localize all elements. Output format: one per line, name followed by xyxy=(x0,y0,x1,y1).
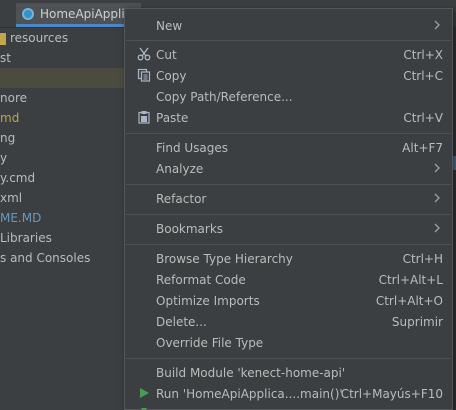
menu-item-find-usages[interactable]: Find Usages Alt+F7 xyxy=(125,137,452,158)
tree-item[interactable]: md xyxy=(0,108,124,128)
tree-item[interactable]: y.cmd xyxy=(0,168,124,188)
menu-item-analyze[interactable]: Analyze xyxy=(125,158,452,179)
menu-separator xyxy=(126,133,451,134)
copy-icon xyxy=(137,68,151,82)
tree-item-selected[interactable] xyxy=(0,68,124,88)
menu-separator xyxy=(126,214,451,215)
tree-item[interactable]: ng xyxy=(0,128,124,148)
menu-item-run[interactable]: Run 'HomeApiApplica....main()' Ctrl+Mayú… xyxy=(125,383,452,404)
tree-item[interactable]: y xyxy=(0,148,124,168)
menu-item-new[interactable]: New xyxy=(125,15,452,36)
tree-item-resources[interactable]: resources xyxy=(0,28,124,48)
submenu-arrow-icon xyxy=(434,223,440,233)
menu-item-build-module[interactable]: Build Module 'kenect-home-api' xyxy=(125,362,452,383)
menu-item-copy[interactable]: Copy Ctrl+C xyxy=(125,65,452,86)
clipboard-icon xyxy=(137,110,151,124)
folder-icon xyxy=(0,32,6,45)
menu-separator xyxy=(126,244,451,245)
menu-item-reformat-code[interactable]: Reformat Code Ctrl+Alt+L xyxy=(125,269,452,290)
tree-item[interactable]: ME.MD xyxy=(0,208,124,228)
tree-item[interactable]: xml xyxy=(0,188,124,208)
debug-icon xyxy=(137,404,151,410)
scissors-icon xyxy=(137,47,151,61)
menu-item-override-file-type[interactable]: Override File Type xyxy=(125,332,452,353)
menu-item-cut[interactable]: Cut Ctrl+X xyxy=(125,44,452,65)
project-tree: resources st nore md ng y y.cmd xml ME.M… xyxy=(0,28,124,410)
menu-item-delete[interactable]: Delete... Suprimir xyxy=(125,311,452,332)
tree-item-external-libraries[interactable]: Libraries xyxy=(0,228,124,248)
menu-item-paste[interactable]: Paste Ctrl+V xyxy=(125,107,452,128)
submenu-arrow-icon xyxy=(434,193,440,203)
editor-tab[interactable]: HomeApiApplic xyxy=(16,3,142,27)
submenu-arrow-icon xyxy=(434,20,440,30)
menu-item-optimize-imports[interactable]: Optimize Imports Ctrl+Alt+O xyxy=(125,290,452,311)
tree-item[interactable]: nore xyxy=(0,88,124,108)
menu-separator xyxy=(126,40,451,41)
tree-item[interactable]: st xyxy=(0,48,124,68)
run-icon xyxy=(137,386,151,400)
menu-separator xyxy=(126,358,451,359)
menu-item-bookmarks[interactable]: Bookmarks xyxy=(125,218,452,239)
menu-item-debug-partial[interactable] xyxy=(125,404,452,410)
submenu-arrow-icon xyxy=(434,163,440,173)
menu-separator xyxy=(126,184,451,185)
tree-item-scratches-and-consoles[interactable]: s and Consoles xyxy=(0,248,124,268)
menu-item-refactor[interactable]: Refactor xyxy=(125,188,452,209)
spring-class-icon xyxy=(22,7,34,20)
menu-item-copy-path[interactable]: Copy Path/Reference... xyxy=(125,86,452,107)
context-menu: New Cut Ctrl+X Copy Ctrl+C Copy Path/Ref… xyxy=(124,8,453,410)
menu-item-browse-type-hierarchy[interactable]: Browse Type Hierarchy Ctrl+H xyxy=(125,248,452,269)
editor-tab-title: HomeApiApplic xyxy=(40,6,132,21)
